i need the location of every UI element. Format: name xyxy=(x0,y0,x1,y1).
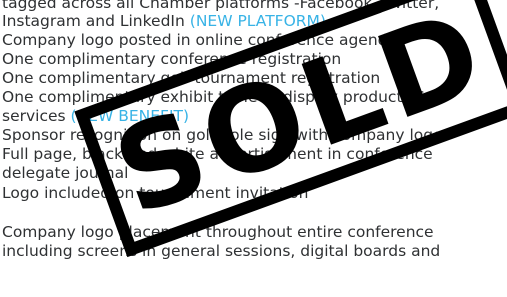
benefit-line: Instagram and LinkedIn (NEW PLATFORM) xyxy=(2,12,326,30)
sponsor-benefits-page: tagged across all Chamber platforms -Fac… xyxy=(0,0,507,297)
benefit-line: Company logo placement throughout entire… xyxy=(2,223,434,241)
benefit-line: including screens in general sessions, d… xyxy=(2,242,441,260)
